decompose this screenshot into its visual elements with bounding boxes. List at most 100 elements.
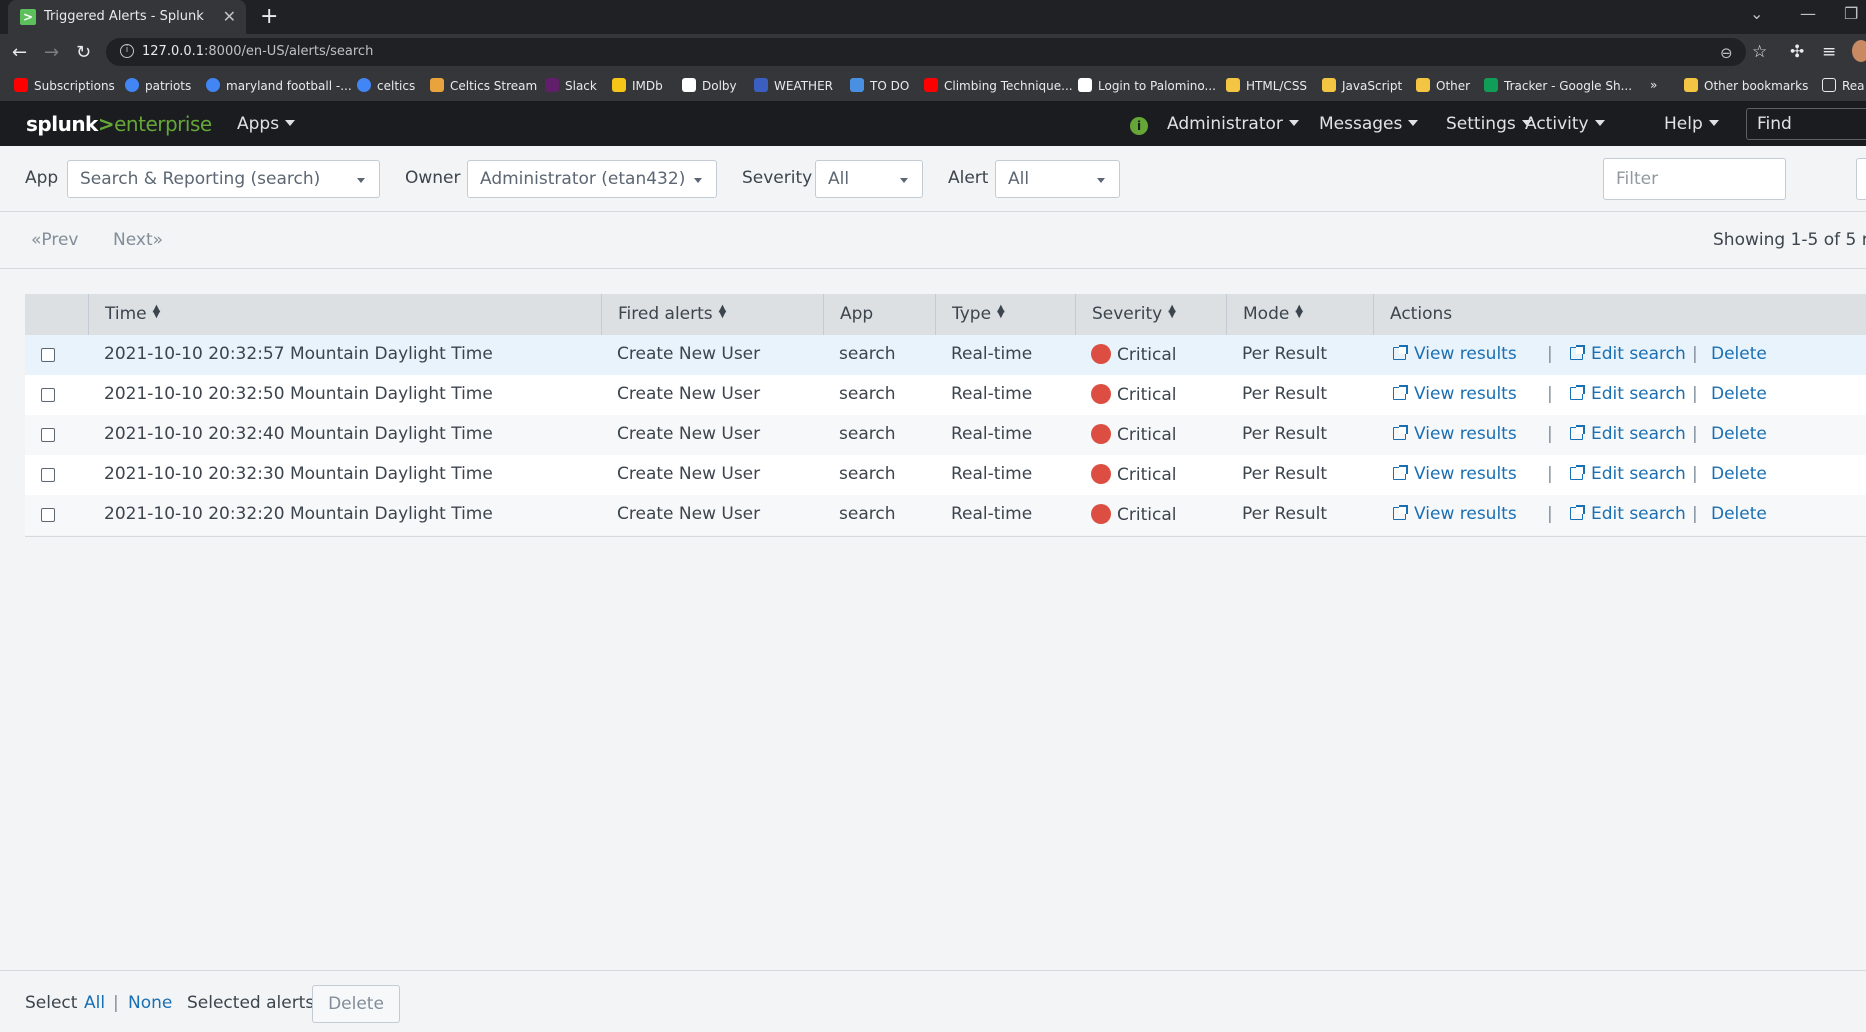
row-checkbox[interactable] bbox=[41, 388, 55, 402]
reading-list[interactable]: Rea bbox=[1822, 78, 1865, 96]
time-cell: 2021-10-10 20:32:57 Mountain Daylight Ti… bbox=[104, 344, 493, 364]
prev-page-link[interactable]: «Prev bbox=[31, 230, 79, 250]
table-row: 2021-10-10 20:32:30 Mountain Daylight Ti… bbox=[25, 455, 1866, 495]
delete-selected-button[interactable]: Delete bbox=[312, 985, 400, 1023]
close-tab-icon[interactable]: ✕ bbox=[223, 7, 236, 26]
view-results-link[interactable]: View results bbox=[1393, 464, 1517, 484]
zoom-icon[interactable]: ⊖ bbox=[1720, 44, 1733, 62]
view-results-link[interactable]: View results bbox=[1393, 384, 1517, 404]
bookmark-item[interactable]: Dolby bbox=[682, 78, 737, 96]
new-tab-icon[interactable]: + bbox=[260, 4, 278, 29]
apps-menu[interactable]: Apps bbox=[237, 114, 296, 134]
sort-icon: ▲ ▼ bbox=[152, 303, 161, 320]
edit-search-link[interactable]: Edit search bbox=[1570, 424, 1686, 444]
settings-menu[interactable]: Settings bbox=[1446, 114, 1532, 134]
filter-input[interactable]: Filter bbox=[1603, 158, 1786, 200]
messages-menu[interactable]: Messages bbox=[1319, 114, 1419, 134]
bookmark-item[interactable]: Login to Palomino... bbox=[1078, 78, 1216, 96]
bookmark-item[interactable]: WEATHER bbox=[754, 78, 833, 96]
site-info-icon[interactable]: i bbox=[120, 44, 134, 58]
bookmark-item[interactable]: JavaScript bbox=[1322, 78, 1402, 96]
external-link-icon bbox=[1393, 425, 1408, 440]
select-all-link[interactable]: All bbox=[84, 993, 105, 1013]
app-cell: search bbox=[839, 424, 896, 444]
edit-search-link[interactable]: Edit search bbox=[1570, 384, 1686, 404]
restore-icon[interactable]: ❐ bbox=[1844, 4, 1858, 23]
type-column-header[interactable]: Type ▲ ▼ bbox=[935, 294, 1075, 335]
find-input[interactable]: Find bbox=[1746, 108, 1866, 140]
reload-icon[interactable]: ↻ bbox=[76, 42, 91, 63]
delete-link[interactable]: Delete bbox=[1711, 344, 1767, 364]
time-column-header[interactable]: Time ▲ ▼ bbox=[88, 294, 601, 335]
splunk-logo[interactable]: splunk>enterprise bbox=[26, 112, 212, 136]
delete-link[interactable]: Delete bbox=[1711, 384, 1767, 404]
bookmark-item[interactable]: maryland football -... bbox=[206, 78, 352, 96]
critical-dot-icon bbox=[1091, 464, 1111, 484]
edit-search-link[interactable]: Edit search bbox=[1570, 464, 1686, 484]
bookmark-item[interactable]: Celtics Stream bbox=[430, 78, 537, 96]
row-checkbox[interactable] bbox=[41, 428, 55, 442]
bookmark-item[interactable]: Tracker - Google Sh... bbox=[1484, 78, 1632, 96]
fired-alert-cell: Create New User bbox=[617, 384, 761, 404]
bookmark-item[interactable]: Subscriptions bbox=[14, 78, 115, 96]
bookmark-item[interactable]: TO DO bbox=[850, 78, 909, 96]
sort-icon: ▲ ▼ bbox=[718, 303, 727, 320]
bookmark-item[interactable]: Climbing Technique... bbox=[924, 78, 1073, 96]
browser-tab[interactable]: > Triggered Alerts - Splunk ✕ bbox=[8, 0, 246, 34]
activity-menu[interactable]: Activity bbox=[1525, 114, 1605, 134]
severity-column-header[interactable]: Severity ▲ ▼ bbox=[1075, 294, 1226, 335]
folder-icon bbox=[1322, 78, 1336, 92]
bookmark-favicon-icon bbox=[850, 78, 864, 92]
bookmark-star-icon[interactable]: ☆ bbox=[1752, 42, 1767, 62]
minimize-icon[interactable]: — bbox=[1800, 4, 1816, 23]
severity-select[interactable]: All bbox=[815, 160, 923, 198]
bookmark-item[interactable]: patriots bbox=[125, 78, 191, 96]
other-bookmarks[interactable]: Other bookmarks bbox=[1684, 78, 1808, 96]
app-cell: search bbox=[839, 344, 896, 364]
chevron-down-icon bbox=[1408, 120, 1419, 126]
app-select[interactable]: Search & Reporting (search) bbox=[67, 160, 380, 198]
fired-alerts-column-header[interactable]: Fired alerts ▲ ▼ bbox=[601, 294, 823, 335]
external-link-icon bbox=[1570, 385, 1585, 400]
delete-link[interactable]: Delete bbox=[1711, 504, 1767, 524]
chevron-down-icon bbox=[694, 178, 702, 183]
results-count: Showing 1-5 of 5 res bbox=[1713, 230, 1866, 250]
bookmark-item[interactable]: Slack bbox=[545, 78, 597, 96]
more-bookmarks-icon[interactable]: » bbox=[1650, 78, 1657, 96]
edit-search-link[interactable]: Edit search bbox=[1570, 344, 1686, 364]
delete-link[interactable]: Delete bbox=[1711, 424, 1767, 444]
filter-clear-button[interactable] bbox=[1856, 158, 1866, 200]
bookmark-item[interactable]: Other bbox=[1416, 78, 1470, 96]
profile-avatar[interactable] bbox=[1852, 40, 1866, 62]
bookmark-item[interactable]: IMDb bbox=[612, 78, 663, 96]
delete-link[interactable]: Delete bbox=[1711, 464, 1767, 484]
address-bar[interactable]: i 127.0.0.1:8000/en-US/alerts/search ⊖ bbox=[106, 38, 1746, 66]
mode-column-header[interactable]: Mode ▲ ▼ bbox=[1226, 294, 1373, 335]
select-none-link[interactable]: None bbox=[128, 993, 172, 1013]
help-menu[interactable]: Help bbox=[1664, 114, 1719, 134]
bookmark-item[interactable]: celtics bbox=[357, 78, 415, 96]
forward-icon[interactable]: → bbox=[44, 42, 59, 63]
row-checkbox[interactable] bbox=[41, 468, 55, 482]
edit-search-link[interactable]: Edit search bbox=[1570, 504, 1686, 524]
next-page-link[interactable]: Next» bbox=[113, 230, 163, 250]
bookmark-item[interactable]: HTML/CSS bbox=[1226, 78, 1307, 96]
media-icon[interactable]: ≡ bbox=[1822, 42, 1836, 62]
tab-search-icon[interactable]: ⌄ bbox=[1750, 4, 1763, 23]
user-menu[interactable]: Administrator bbox=[1167, 114, 1299, 134]
external-link-icon bbox=[1393, 465, 1408, 480]
health-status-icon[interactable]: i bbox=[1130, 117, 1148, 135]
type-cell: Real-time bbox=[951, 344, 1033, 364]
view-results-link[interactable]: View results bbox=[1393, 504, 1517, 524]
alert-select[interactable]: All bbox=[995, 160, 1120, 198]
view-results-link[interactable]: View results bbox=[1393, 424, 1517, 444]
chevron-down-icon bbox=[1288, 120, 1299, 126]
owner-select[interactable]: Administrator (etan432) bbox=[467, 160, 717, 198]
row-checkbox[interactable] bbox=[41, 348, 55, 362]
view-results-link[interactable]: View results bbox=[1393, 344, 1517, 364]
back-icon[interactable]: ← bbox=[12, 42, 27, 63]
bookmark-favicon-icon bbox=[682, 78, 696, 92]
row-checkbox[interactable] bbox=[41, 508, 55, 522]
bookmark-favicon-icon bbox=[1484, 78, 1498, 92]
extensions-icon[interactable]: ✣ bbox=[1790, 42, 1804, 62]
